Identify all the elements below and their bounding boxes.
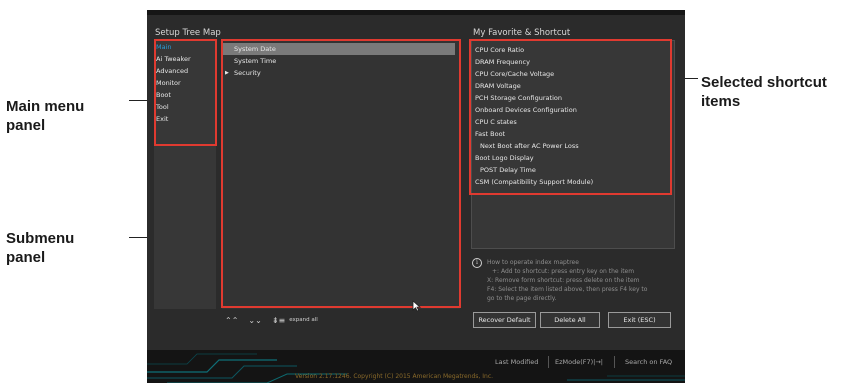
annotation-shortcut: Selected shortcut items	[701, 73, 827, 111]
menu-item-tool[interactable]: Tool	[156, 101, 191, 113]
expand-arrow-icon: ▶	[225, 70, 229, 76]
menu-item-advanced[interactable]: Advanced	[156, 65, 191, 77]
annotation-main-menu-line2: panel	[6, 117, 46, 134]
menu-item-exit[interactable]: Exit	[156, 113, 191, 125]
favorite-item-dram-frequency[interactable]: DRAM Frequency	[475, 56, 671, 68]
expand-all-label[interactable]: expand all	[289, 317, 318, 323]
favorites-title: My Favorite & Shortcut	[473, 28, 571, 38]
favorites-list: CPU Core Ratio DRAM Frequency CPU Core/C…	[475, 44, 671, 188]
annotation-main-menu: Main menu panel	[6, 97, 84, 135]
favorite-item-pch-storage[interactable]: PCH Storage Configuration	[475, 92, 671, 104]
favorite-item-post-delay[interactable]: POST Delay Time	[475, 164, 671, 176]
favorite-item-cpu-core-cache-voltage[interactable]: CPU Core/Cache Voltage	[475, 68, 671, 80]
annotation-submenu-line2: panel	[6, 249, 46, 266]
annotation-shortcut-line2: items	[701, 93, 741, 110]
annotation-shortcut-line1: Selected shortcut	[701, 74, 827, 91]
tree-toolbar: ⌃⌃ ⌄⌄ ⇟≡ expand all	[225, 314, 318, 326]
search-faq-link[interactable]: Search on FAQ	[625, 358, 672, 366]
submenu-item-label: System Date	[234, 45, 276, 53]
favorite-item-next-boot-ac[interactable]: Next Boot after AC Power Loss	[475, 140, 671, 152]
menu-item-boot[interactable]: Boot	[156, 89, 191, 101]
help-line: +: Add to shortcut: press entry key on t…	[492, 268, 635, 275]
favorite-item-boot-logo[interactable]: Boot Logo Display	[475, 152, 671, 164]
collapse-all-icon[interactable]: ⌃⌃	[225, 316, 238, 325]
last-modified-link[interactable]: Last Modified	[495, 358, 538, 366]
menu-item-main[interactable]: Main	[156, 41, 191, 53]
help-line: X: Remove form shortcut: press delete on…	[487, 277, 640, 284]
submenu-item-system-date[interactable]: System Date	[223, 43, 455, 55]
favorite-item-fast-boot[interactable]: Fast Boot	[475, 128, 671, 140]
favorite-item-cpu-core-ratio[interactable]: CPU Core Ratio	[475, 44, 671, 56]
menu-item-monitor[interactable]: Monitor	[156, 77, 191, 89]
submenu-item-label: System Time	[234, 57, 277, 65]
main-menu-list: Main Ai Tweaker Advanced Monitor Boot To…	[156, 41, 191, 125]
submenu-item-label: Security	[234, 69, 261, 77]
favorite-item-dram-voltage[interactable]: DRAM Voltage	[475, 80, 671, 92]
favorite-item-onboard-devices[interactable]: Onboard Devices Configuration	[475, 104, 671, 116]
expand-all-icon[interactable]: ⇟≡	[272, 316, 285, 325]
tree-map-title: Setup Tree Map	[155, 28, 221, 38]
annotation-main-menu-line1: Main menu	[6, 98, 85, 115]
menu-item-ai-tweaker[interactable]: Ai Tweaker	[156, 53, 191, 65]
expand-icon[interactable]: ⌄⌄	[248, 316, 261, 325]
annotation-submenu-line1: Submenu	[6, 230, 75, 247]
favorite-item-csm[interactable]: CSM (Compatibility Support Module)	[475, 176, 671, 188]
recover-default-button[interactable]: Recover Default	[473, 312, 536, 328]
submenu-highlight-box	[221, 39, 461, 308]
annotation-submenu: Submenu panel	[6, 229, 74, 267]
mouse-cursor-icon	[412, 300, 421, 312]
favorite-item-cpu-c-states[interactable]: CPU C states	[475, 116, 671, 128]
submenu-item-system-time[interactable]: System Time	[223, 55, 455, 67]
ez-mode-link[interactable]: EzMode(F7)|→|	[555, 358, 603, 366]
bottom-separator	[548, 356, 549, 368]
delete-all-button[interactable]: Delete All	[540, 312, 600, 328]
copyright-text: Version 2.17.1246. Copyright (C) 2015 Am…	[295, 373, 494, 380]
help-line: F4: Select the item listed above, then p…	[487, 286, 648, 293]
submenu-item-security[interactable]: ▶ Security	[223, 67, 455, 79]
help-line: How to operate index maptree	[487, 259, 579, 266]
help-text: How to operate index maptree +: Add to s…	[487, 258, 677, 303]
bios-top-bar	[147, 10, 685, 15]
bottom-separator	[614, 356, 615, 368]
exit-button[interactable]: Exit (ESC)	[608, 312, 671, 328]
info-icon: i	[472, 258, 482, 268]
help-line: go to the page directly.	[487, 295, 557, 302]
submenu-list: System Date System Time ▶ Security	[223, 43, 455, 79]
bios-screen: Setup Tree Map My Favorite & Shortcut Ma…	[147, 10, 685, 383]
